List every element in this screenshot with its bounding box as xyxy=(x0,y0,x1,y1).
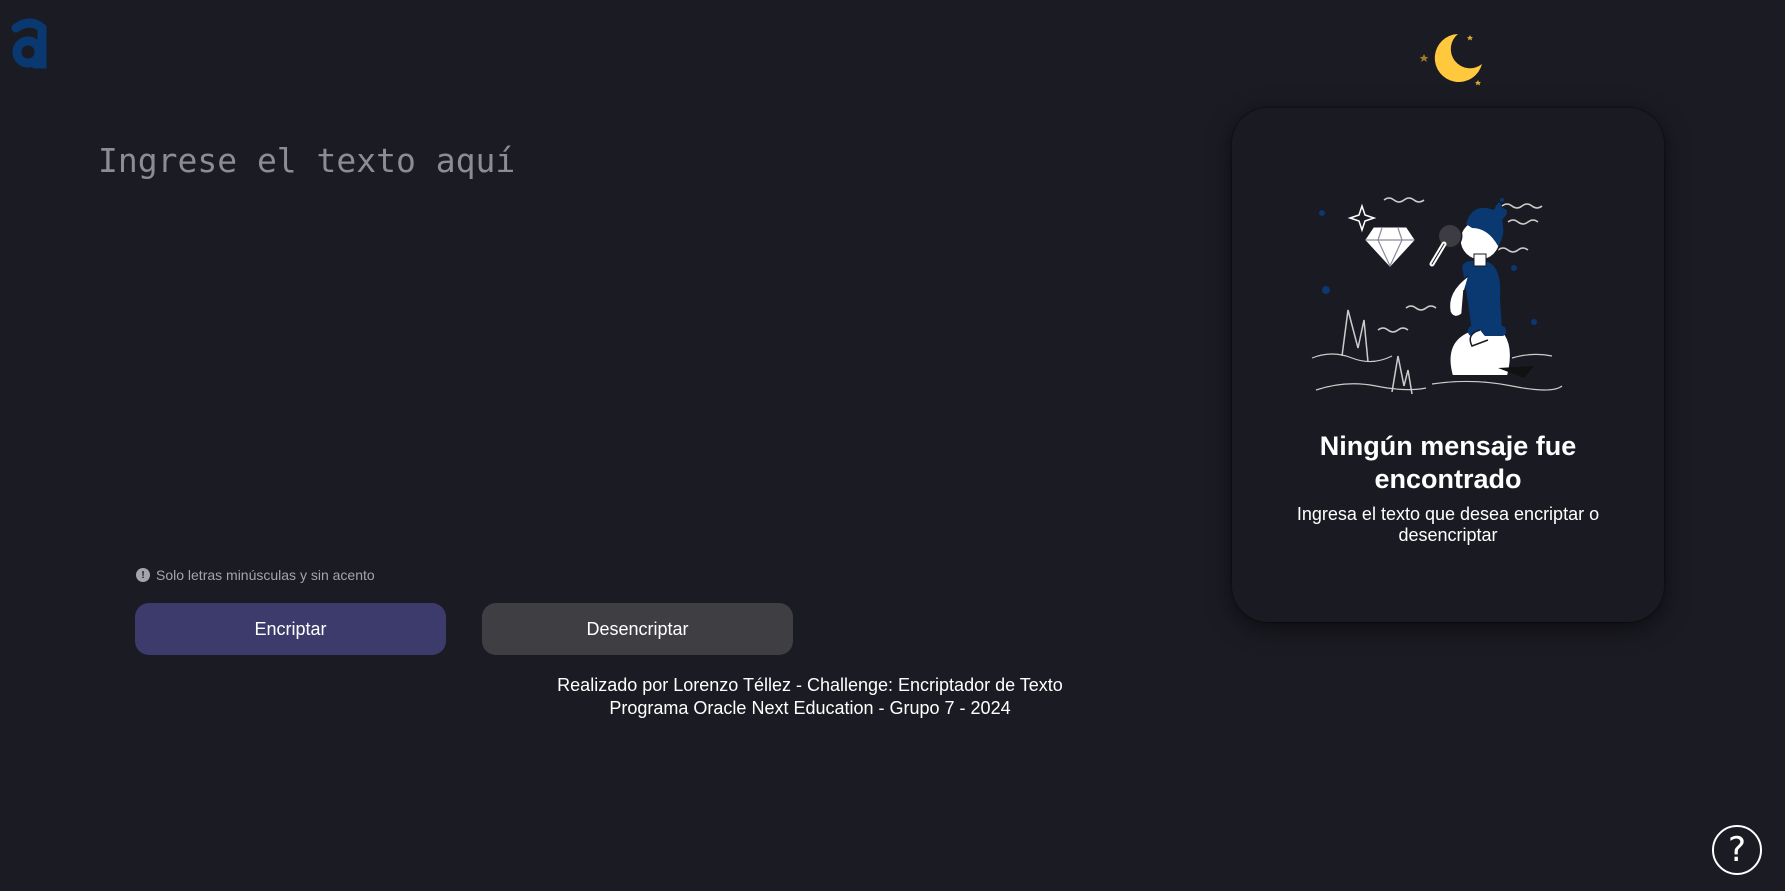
result-subtitle: Ingresa el texto que desea encriptar o d… xyxy=(1296,504,1600,545)
alura-logo-icon xyxy=(11,18,47,69)
page: ! Solo letras minúsculas y sin acento En… xyxy=(0,0,1785,891)
result-panel: Ningún mensaje fue encontrado Ingresa el… xyxy=(1232,108,1664,622)
text-input[interactable] xyxy=(96,136,1160,540)
moon-stars-icon[interactable] xyxy=(1416,28,1486,94)
footer-credit: Realizado por Lorenzo Téllez - Challenge… xyxy=(557,675,1063,695)
input-hint: ! Solo letras minúsculas y sin acento xyxy=(136,567,375,583)
result-title: Ningún mensaje fue encontrado xyxy=(1319,431,1577,494)
hint-text: Solo letras minúsculas y sin acento xyxy=(156,567,375,583)
question-mark-icon[interactable]: ? xyxy=(1712,825,1762,875)
encrypt-button[interactable]: Encriptar xyxy=(135,603,446,655)
decrypt-button[interactable]: Desencriptar xyxy=(482,603,793,655)
exclamation-circle-icon: ! xyxy=(136,568,150,582)
footer: Realizado por Lorenzo Téllez - Challenge… xyxy=(460,674,1160,720)
footer-program: Programa Oracle Next Education - Grupo 7… xyxy=(609,698,1011,718)
